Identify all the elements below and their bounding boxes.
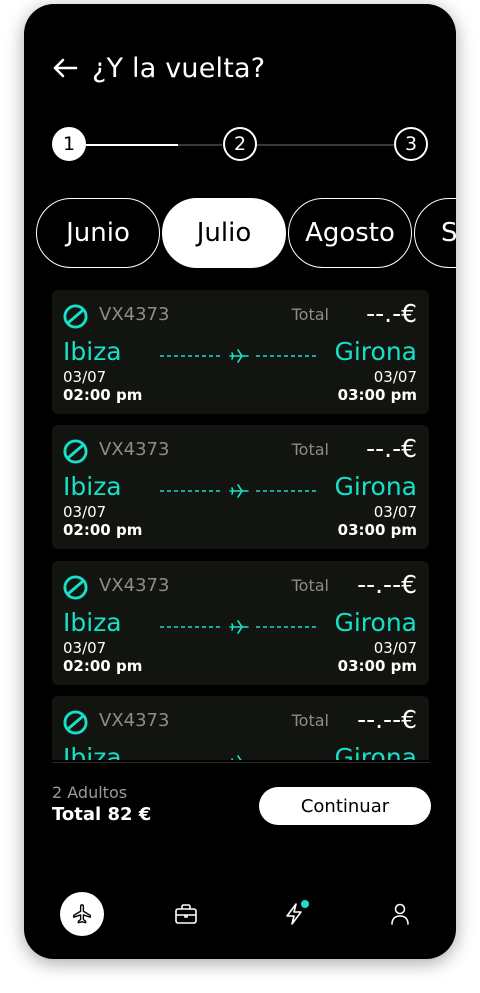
nav-trips[interactable]: [164, 892, 208, 936]
total-label: Total: [291, 305, 329, 324]
airline-logo-icon: [63, 710, 88, 735]
departure-time: 02:00 pm: [63, 521, 143, 539]
origin-city: Ibiza: [63, 337, 122, 366]
destination-city: Girona: [334, 472, 417, 501]
flight-price: --.-€: [366, 299, 417, 328]
destination-city: Girona: [334, 608, 417, 637]
month-agosto[interactable]: Agosto: [288, 198, 412, 268]
flight-price: --.--€: [357, 570, 417, 599]
month-julio[interactable]: Julio: [162, 198, 286, 268]
route-plane-icon: [160, 620, 318, 634]
route-plane-icon: [231, 755, 242, 760]
airline-logo-icon: [63, 439, 88, 464]
summary-divider: [52, 762, 430, 763]
notification-dot: [301, 900, 309, 908]
origin-city: Ibiza: [63, 743, 122, 760]
step-3: 3: [394, 127, 428, 161]
nav-flights[interactable]: [60, 892, 104, 936]
departure-time: 02:00 pm: [63, 657, 143, 675]
back-button[interactable]: [50, 53, 80, 83]
arrival-time: 03:00 pm: [337, 657, 417, 675]
flight-list[interactable]: VX4373 Total --.-€ Ibiza Girona 03/07 03…: [52, 290, 430, 760]
step-line-1-2: [178, 144, 222, 146]
arrival-date: 03/07: [373, 503, 417, 521]
departure-date: 03/07: [63, 368, 107, 386]
flight-code: VX4373: [99, 304, 170, 325]
step-1: 1: [52, 127, 86, 161]
month-junio[interactable]: Junio: [36, 198, 160, 268]
plane-icon: [73, 904, 91, 924]
flight-price: --.-€: [366, 434, 417, 463]
arrival-time: 03:00 pm: [337, 386, 417, 404]
departure-date: 03/07: [63, 503, 107, 521]
departure-time: 02:00 pm: [63, 386, 143, 404]
month-selector: Junio Julio Agosto S: [36, 198, 456, 270]
route-plane-icon: [160, 349, 318, 363]
flight-price: --.--€: [357, 705, 417, 734]
flight-code: VX4373: [99, 439, 170, 460]
month-septiembre[interactable]: S: [414, 198, 456, 268]
airline-logo-icon: [63, 575, 88, 600]
total-label: Total: [291, 711, 329, 730]
flight-code: VX4373: [99, 710, 170, 731]
phone-screen: ¿Y la vuelta? 1 2 3 Junio Julio Agosto S…: [24, 4, 456, 959]
step-progress-line: [86, 144, 178, 146]
nav-offers[interactable]: [272, 892, 316, 936]
passenger-count: 2 Adultos: [52, 783, 128, 802]
user-icon: [391, 903, 409, 925]
origin-city: Ibiza: [63, 472, 122, 501]
destination-city: Girona: [334, 337, 417, 366]
step-2: 2: [223, 127, 257, 161]
flight-code: VX4373: [99, 575, 170, 596]
arrival-date: 03/07: [373, 639, 417, 657]
flight-card[interactable]: VX4373 Total --.-€ Ibiza Girona 03/07 03…: [52, 425, 429, 549]
page-title: ¿Y la vuelta?: [92, 52, 266, 84]
departure-date: 03/07: [63, 639, 107, 657]
bottom-nav: [24, 884, 456, 944]
total-label: Total: [291, 440, 329, 459]
flight-card[interactable]: VX4373 Total --.--€ Ibiza Girona: [52, 696, 429, 760]
step-line-2-3: [257, 144, 394, 146]
airline-logo-icon: [63, 304, 88, 329]
arrow-left-icon: [53, 58, 78, 78]
origin-city: Ibiza: [63, 608, 122, 637]
flight-card[interactable]: VX4373 Total --.--€ Ibiza Girona 03/07 0…: [52, 561, 429, 685]
header: ¿Y la vuelta?: [50, 48, 265, 88]
nav-profile[interactable]: [378, 892, 422, 936]
total-label: Total: [291, 576, 329, 595]
stepper: 1 2 3: [52, 127, 428, 163]
total-price: Total 82 €: [52, 804, 152, 825]
arrival-time: 03:00 pm: [337, 521, 417, 539]
briefcase-icon: [175, 904, 197, 924]
flight-card[interactable]: VX4373 Total --.-€ Ibiza Girona 03/07 03…: [52, 290, 429, 414]
route-plane-icon: [160, 484, 318, 498]
arrival-date: 03/07: [373, 368, 417, 386]
destination-city: Girona: [334, 743, 417, 760]
continue-button[interactable]: Continuar: [259, 787, 431, 825]
